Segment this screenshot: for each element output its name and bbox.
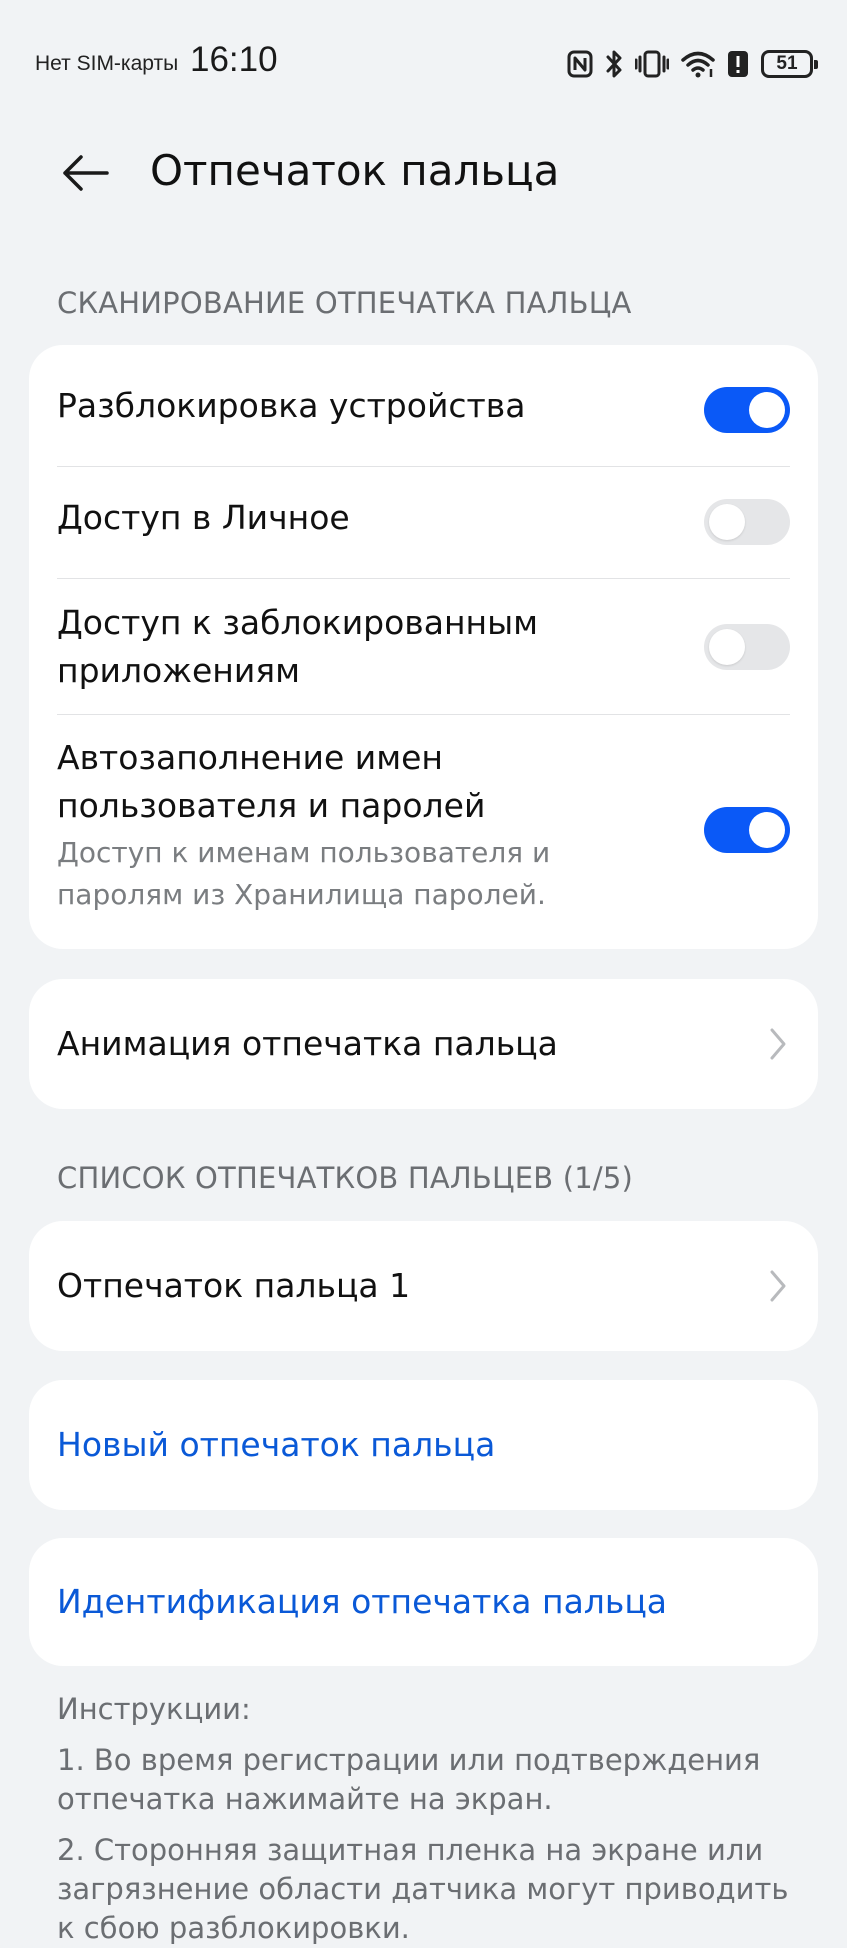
bluetooth-icon bbox=[605, 49, 623, 79]
fingerprint-animation-item[interactable]: Анимация отпечатка пальца bbox=[57, 979, 790, 1109]
device-unlock-toggle[interactable] bbox=[704, 387, 790, 433]
new-fingerprint-item: Новый отпечаток пальца bbox=[57, 1380, 790, 1510]
toggle-knob bbox=[709, 629, 745, 665]
label-line: Автозаполнение имен bbox=[57, 738, 443, 777]
instruction-step-2: 2. Сторонняя защитная пленка на экране и… bbox=[57, 1831, 817, 1948]
alert-icon bbox=[727, 50, 749, 78]
chevron-right-icon bbox=[770, 1028, 786, 1060]
wifi-icon bbox=[681, 50, 715, 78]
setting-label: Доступ к заблокированным приложениям bbox=[57, 599, 538, 695]
setting-description: паролям из Хранилища паролей. bbox=[57, 878, 546, 911]
setting-description: Доступ к именам пользователя и bbox=[57, 836, 551, 869]
vibrate-icon bbox=[635, 49, 669, 79]
identify-fingerprint-label: Идентификация отпечатка пальца bbox=[57, 1582, 668, 1621]
setting-label: Автозаполнение имен пользователя и парол… bbox=[57, 734, 657, 916]
new-fingerprint-label: Новый отпечаток пальца bbox=[57, 1425, 496, 1464]
new-fingerprint-button[interactable]: Новый отпечаток пальца bbox=[29, 1380, 818, 1510]
toggle-knob bbox=[749, 812, 785, 848]
identify-fingerprint-button[interactable]: Идентификация отпечатка пальца bbox=[29, 1538, 818, 1666]
setting-label: Разблокировка устройства bbox=[57, 386, 526, 425]
header: Отпечаток пальца bbox=[0, 128, 847, 232]
status-bar: Нет SIM-карты 16:10 51 bbox=[0, 0, 847, 128]
battery-indicator: 51 bbox=[761, 50, 818, 78]
chevron-right-icon bbox=[770, 1270, 786, 1302]
setting-autofill[interactable]: Автозаполнение имен пользователя и парол… bbox=[57, 715, 790, 949]
instruction-line: загрязнение области датчика могут привод… bbox=[57, 1872, 789, 1906]
instructions: Инструкции: 1. Во время регистрации или … bbox=[57, 1690, 817, 1948]
setting-label: Доступ в Личное bbox=[57, 498, 350, 537]
instruction-line: 2. Сторонняя защитная пленка на экране и… bbox=[57, 1833, 764, 1867]
scan-settings-card: Разблокировка устройства Доступ в Личное… bbox=[29, 345, 818, 949]
back-button[interactable] bbox=[50, 138, 120, 208]
instruction-step-1: 1. Во время регистрации или подтверждени… bbox=[57, 1741, 817, 1819]
identify-fingerprint-item: Идентификация отпечатка пальца bbox=[57, 1538, 790, 1666]
instruction-line: 1. Во время регистрации или подтверждени… bbox=[57, 1743, 761, 1777]
setting-private-access[interactable]: Доступ в Личное bbox=[57, 467, 790, 579]
private-access-toggle[interactable] bbox=[704, 499, 790, 545]
list-item[interactable]: Отпечаток пальца 1 bbox=[57, 1221, 790, 1351]
section-title-list: СПИСОК ОТПЕЧАТКОВ ПАЛЬЦЕВ (1/5) bbox=[57, 1161, 634, 1195]
label-line: Доступ к заблокированным bbox=[57, 603, 539, 642]
page-title: Отпечаток пальца bbox=[150, 146, 560, 195]
animation-card[interactable]: Анимация отпечатка пальца bbox=[29, 979, 818, 1109]
section-title-scan: СКАНИРОВАНИЕ ОТПЕЧАТКА ПАЛЬЦА bbox=[57, 286, 632, 320]
locked-apps-toggle[interactable] bbox=[704, 624, 790, 670]
clock: 16:10 bbox=[190, 40, 278, 79]
fingerprint-list-card: Отпечаток пальца 1 bbox=[29, 1221, 818, 1351]
setting-device-unlock[interactable]: Разблокировка устройства bbox=[57, 345, 790, 467]
setting-locked-apps[interactable]: Доступ к заблокированным приложениям bbox=[57, 579, 790, 715]
instruction-line: отпечатка нажимайте на экран. bbox=[57, 1782, 553, 1816]
sim-status: Нет SIM-карты bbox=[35, 52, 179, 75]
item-label: Анимация отпечатка пальца bbox=[57, 1024, 558, 1063]
nfc-icon bbox=[567, 50, 593, 78]
item-label: Отпечаток пальца 1 bbox=[57, 1266, 411, 1305]
label-line: приложениям bbox=[57, 651, 301, 690]
instructions-title: Инструкции: bbox=[57, 1692, 251, 1726]
instruction-line: к сбою разблокировки. bbox=[57, 1911, 410, 1945]
back-arrow-icon bbox=[63, 155, 109, 191]
toggle-knob bbox=[749, 392, 785, 428]
autofill-toggle[interactable] bbox=[704, 807, 790, 853]
toggle-knob bbox=[709, 504, 745, 540]
label-line: пользователя и паролей bbox=[57, 786, 486, 825]
status-icons: 51 bbox=[567, 46, 818, 82]
